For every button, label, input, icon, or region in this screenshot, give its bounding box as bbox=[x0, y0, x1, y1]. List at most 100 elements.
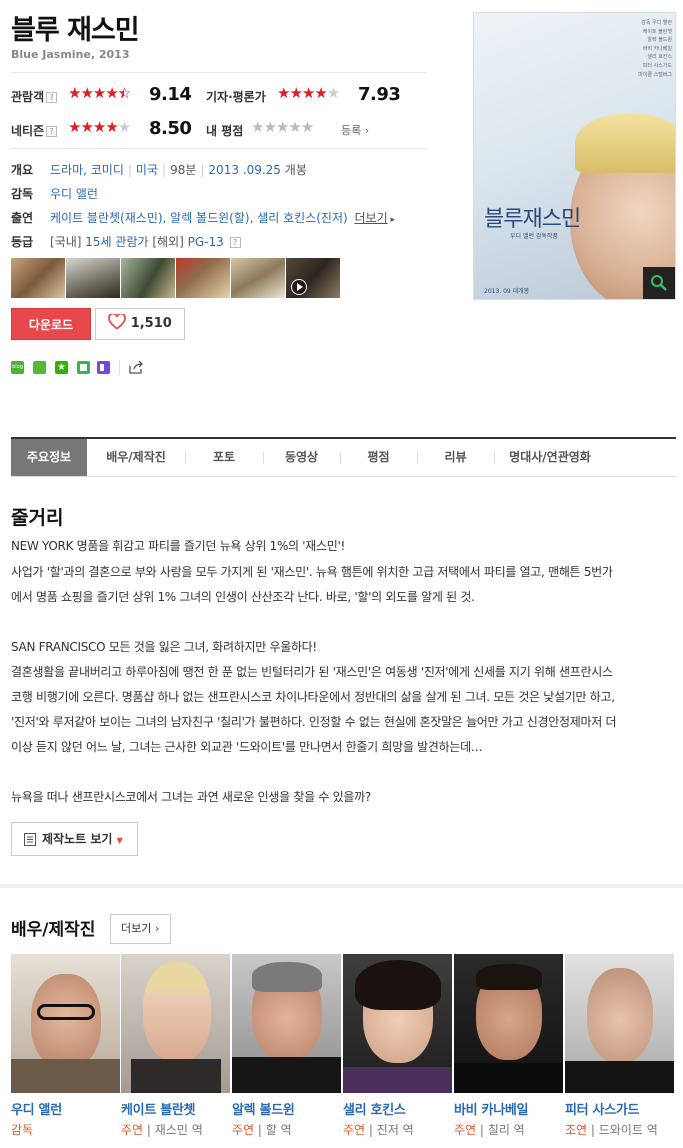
still-thumb-5[interactable] bbox=[231, 258, 285, 298]
download-button[interactable]: 다운로드 bbox=[11, 308, 91, 340]
rating-audience: 관람객? bbox=[11, 88, 58, 105]
cast-card[interactable]: 바비 카나베일 주연 | 칠리 역 bbox=[454, 954, 563, 1138]
movie-subtitle: Blue Jasmine, 2013 bbox=[11, 48, 130, 61]
help-icon[interactable]: ? bbox=[229, 237, 241, 248]
cast-photo[interactable] bbox=[343, 954, 452, 1093]
tab-bar: 주요정보 배우/제작진 포토 동영상 평점 리뷰 명대사/연관영화 bbox=[11, 437, 676, 477]
document-icon bbox=[24, 833, 36, 846]
cast-card[interactable]: 우디 앨런 감독 bbox=[11, 954, 120, 1138]
cast-photo[interactable] bbox=[121, 954, 230, 1093]
cast-more-link[interactable]: 더보기 bbox=[355, 211, 388, 225]
tab-main-info[interactable]: 주요정보 bbox=[11, 439, 87, 476]
cast-card[interactable]: 알렉 볼드윈 주연 | 할 역 bbox=[232, 954, 341, 1138]
help-icon[interactable]: ? bbox=[46, 92, 58, 103]
still-thumb-4[interactable] bbox=[176, 258, 230, 298]
section-divider bbox=[0, 884, 683, 888]
my-rating-stars[interactable]: ★★★★★ bbox=[251, 118, 314, 136]
cast-character: 재스민 역 bbox=[154, 1123, 203, 1137]
tab-cast[interactable]: 배우/제작진 bbox=[87, 439, 185, 476]
cast-character: 칠리 역 bbox=[487, 1123, 525, 1137]
zoom-button[interactable] bbox=[643, 267, 675, 299]
divider bbox=[119, 360, 120, 375]
share-icon[interactable] bbox=[128, 360, 144, 375]
still-thumb-2[interactable] bbox=[66, 258, 120, 298]
overview-label: 개요 bbox=[11, 163, 34, 177]
search-icon bbox=[651, 275, 667, 291]
synopsis-line: SAN FRANCISCO 모든 것을 잃은 그녀, 화려하지만 우울하다! bbox=[11, 640, 317, 654]
video-thumb[interactable] bbox=[286, 258, 340, 298]
keep-share-icon[interactable] bbox=[97, 361, 110, 374]
tab-ratings[interactable]: 평점 bbox=[340, 439, 417, 476]
cast-heading: 배우/제작진 bbox=[11, 920, 96, 940]
like-button[interactable]: 1,510 bbox=[95, 308, 185, 340]
cast-role: 주연 bbox=[343, 1123, 366, 1137]
poster-credits: 감독 우디 앨런 케이트 블란쳇 알렉 볼드윈 바비 카나베일 샐리 호킨스 피터 사스가… bbox=[638, 20, 672, 78]
release-date-link[interactable]: 2013 .09.25 bbox=[208, 163, 281, 177]
audience-score: 9.14 bbox=[149, 84, 192, 105]
cast-name[interactable]: 샐리 호킨스 bbox=[343, 1099, 452, 1118]
country-link[interactable]: 미국 bbox=[136, 163, 158, 177]
help-icon[interactable]: ? bbox=[46, 126, 58, 137]
cast-card[interactable]: 피터 사스가드 조연 | 드와이트 역 bbox=[565, 954, 674, 1138]
page-title: 블루 재스민 bbox=[11, 15, 140, 46]
cast-name[interactable]: 케이트 블란쳇 bbox=[121, 1099, 230, 1118]
divider bbox=[11, 148, 426, 149]
overview-value: 드라마, 코미디 | 미국 | 98분 | 2013 .09.25 개봉 bbox=[50, 163, 307, 177]
tab-video[interactable]: 동영상 bbox=[263, 439, 340, 476]
cafe-share-icon[interactable] bbox=[33, 361, 46, 374]
cast-character: 드와이트 역 bbox=[598, 1123, 658, 1137]
synopsis-line: NEW YORK 명품을 휘감고 파티를 즐기던 뉴욕 상위 1%의 '재스민'… bbox=[11, 539, 346, 553]
cast-photo[interactable] bbox=[565, 954, 674, 1093]
cast-name[interactable]: 알렉 볼드윈 bbox=[232, 1099, 341, 1118]
cast-name[interactable]: 피터 사스가드 bbox=[565, 1099, 674, 1118]
like-count: 1,510 bbox=[130, 316, 172, 331]
chevron-down-icon: ▼ bbox=[116, 836, 123, 845]
synopsis-line: 에서 명품 쇼핑을 즐기던 상위 1% 그녀의 인생이 산산조각 난다. 바로,… bbox=[11, 590, 475, 604]
cast-photo[interactable] bbox=[11, 954, 120, 1093]
chevron-right-icon: › bbox=[154, 922, 160, 935]
cast-role: 주연 bbox=[232, 1123, 255, 1137]
cast-character: 할 역 bbox=[265, 1123, 292, 1137]
still-thumb-3[interactable] bbox=[121, 258, 175, 298]
register-rating-link[interactable]: 등록 › bbox=[341, 122, 369, 138]
play-icon bbox=[291, 279, 307, 295]
cast-name[interactable]: 바비 카나베일 bbox=[454, 1099, 563, 1118]
still-thumb-1[interactable] bbox=[11, 258, 65, 298]
netizen-score: 8.50 bbox=[149, 118, 192, 139]
cast-card[interactable]: 샐리 호킨스 주연 | 진저 역 bbox=[343, 954, 452, 1138]
director-label: 감독 bbox=[11, 187, 34, 201]
bookmark-share-icon[interactable]: ★ bbox=[55, 361, 68, 374]
poster-image[interactable]: 감독 우디 앨런 케이트 블란쳇 알렉 볼드윈 바비 카나베일 샐리 호킨스 피터 사스가… bbox=[473, 12, 676, 300]
rating-netizen: 네티즌? bbox=[11, 122, 58, 139]
cast-name[interactable]: 우디 앨런 bbox=[11, 1099, 120, 1118]
production-note-button[interactable]: 제작노트 보기 ▼ bbox=[11, 822, 138, 856]
cast-photo[interactable] bbox=[454, 954, 563, 1093]
cast-value: 케이트 블란쳇(재스민), 알렉 볼드윈(할), 샐리 호킨스(진저) 더보기 … bbox=[50, 211, 396, 225]
cast-label: 출연 bbox=[11, 211, 34, 225]
synopsis-line: 코행 비행기에 오른다. 명품샵 하나 없는 샌프란시스코 차이나타운에서 정반… bbox=[11, 690, 615, 704]
cast-card[interactable]: 케이트 블란쳇 주연 | 재스민 역 bbox=[121, 954, 230, 1138]
genre-link[interactable]: 드라마, 코미디 bbox=[50, 163, 124, 177]
cast-links[interactable]: 케이트 블란쳇(재스민), 알렉 볼드윈(할), 샐리 호킨스(진저) bbox=[50, 211, 348, 225]
blog-share-icon[interactable]: blog bbox=[11, 361, 24, 374]
tab-photo[interactable]: 포토 bbox=[185, 439, 263, 476]
tab-quotes[interactable]: 명대사/연관영화 bbox=[494, 439, 606, 476]
rating-critics-label: 기자·평론가 bbox=[206, 90, 266, 104]
director-link[interactable]: 우디 앨런 bbox=[50, 185, 98, 202]
domestic-grade-link[interactable]: 15세 관람가 bbox=[85, 235, 148, 249]
cast-role: 주연 bbox=[454, 1123, 477, 1137]
synopsis-line: '진저'와 루저같아 보이는 그녀의 남자친구 '칠리'가 불편하다. 인정할 … bbox=[11, 715, 617, 729]
memo-share-icon[interactable] bbox=[77, 361, 90, 374]
cast-role: 주연 bbox=[121, 1123, 144, 1137]
cast-role: 조연 bbox=[565, 1123, 588, 1137]
audience-stars: ★★★★☆★ bbox=[68, 84, 131, 102]
cast-more-button[interactable]: 더보기 › bbox=[110, 914, 171, 944]
synopsis-line: 사업가 '할'과의 결혼으로 부와 사랑을 모두 가지게 된 '재스민'. 뉴욕… bbox=[11, 565, 613, 579]
cast-character: 진저 역 bbox=[376, 1123, 414, 1137]
synopsis-line: 결혼생활을 끝내버리고 하루아침에 땡전 한 푼 없는 빈털터리가 된 '재스민… bbox=[11, 665, 613, 679]
overseas-grade-link[interactable]: PG-13 bbox=[188, 235, 224, 249]
rating-grade-value: [국내] 15세 관람가 [해외] PG-13 ? bbox=[50, 233, 241, 250]
tab-reviews[interactable]: 리뷰 bbox=[417, 439, 494, 476]
heart-icon bbox=[108, 312, 127, 330]
cast-photo[interactable] bbox=[232, 954, 341, 1093]
